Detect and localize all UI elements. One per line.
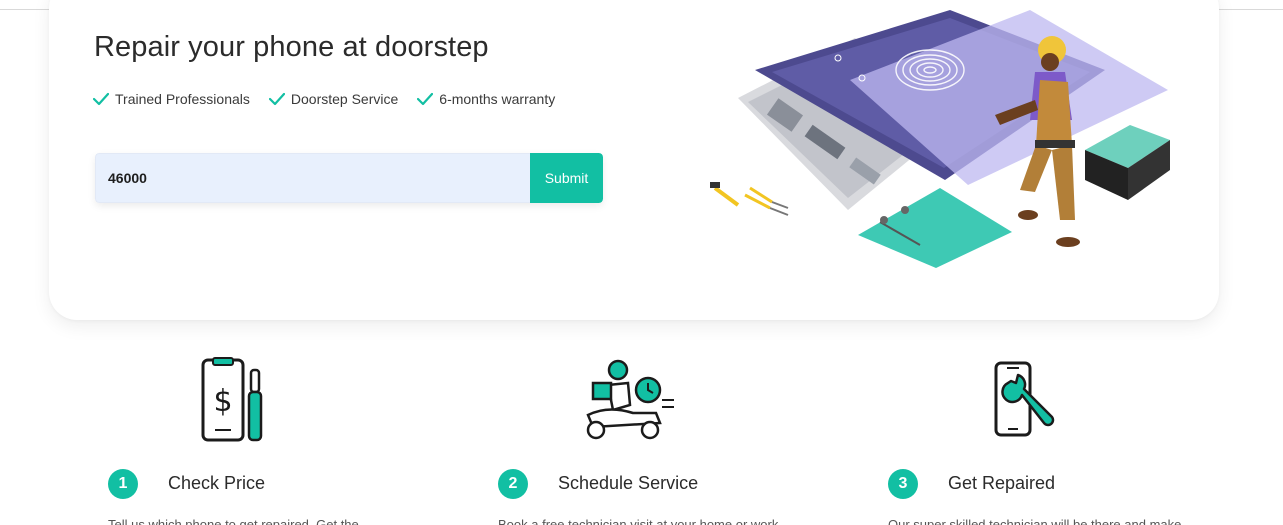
work-mat (858, 188, 1012, 268)
check-icon (93, 92, 109, 106)
feature-item: Doorstep Service (268, 91, 399, 107)
step-title: Get Repaired (948, 473, 1056, 493)
phone-wrench-icon (994, 361, 1055, 437)
feature-item: 6-months warranty (417, 91, 555, 107)
step-description: Book a free technician visit at your hom… (498, 517, 779, 525)
svg-text:$: $ (213, 384, 232, 419)
phone-price-icon: $ (201, 357, 263, 442)
submit-button[interactable]: Submit (530, 153, 603, 203)
feature-item: Trained Professionals (93, 91, 250, 107)
repair-illustration (710, 10, 1170, 268)
step-number-badge: 1 (108, 469, 138, 499)
zip-form: Submit (95, 153, 603, 203)
page-title: Repair your phone at doorstep (94, 31, 489, 63)
hammer-icon (713, 186, 740, 207)
check-icon (268, 92, 285, 106)
step-schedule-service: 2 Schedule Service Book a free technicia… (498, 355, 878, 525)
pliers-jaw (769, 201, 789, 216)
step-title: Schedule Service (558, 473, 699, 493)
delivery-scooter-icon (586, 359, 674, 440)
step-get-repaired: 3 Get Repaired Our super skilled technic… (888, 355, 1268, 525)
feature-label: Trained Professionals (115, 91, 250, 107)
step-description: Our super skilled technician will be the… (888, 517, 1182, 525)
step-check-price: $ 1 Check Price Tell us which phone to g… (108, 355, 488, 525)
feature-label: Doorstep Service (290, 91, 399, 107)
step-number-badge: 3 (888, 469, 918, 499)
step-number-badge: 2 (498, 469, 528, 499)
screw (880, 216, 888, 224)
zip-code-input[interactable] (95, 153, 530, 203)
step-title: Check Price (168, 473, 266, 493)
step-description: Tell us which phone to get repaired. Get… (108, 517, 359, 525)
feature-label: 6-months warranty (439, 91, 556, 107)
screw (901, 206, 909, 214)
pliers-icon (744, 186, 773, 210)
check-icon (417, 92, 434, 106)
hammer-head (710, 182, 720, 188)
feature-list: Trained Professionals Doorstep Service 6… (93, 91, 555, 107)
